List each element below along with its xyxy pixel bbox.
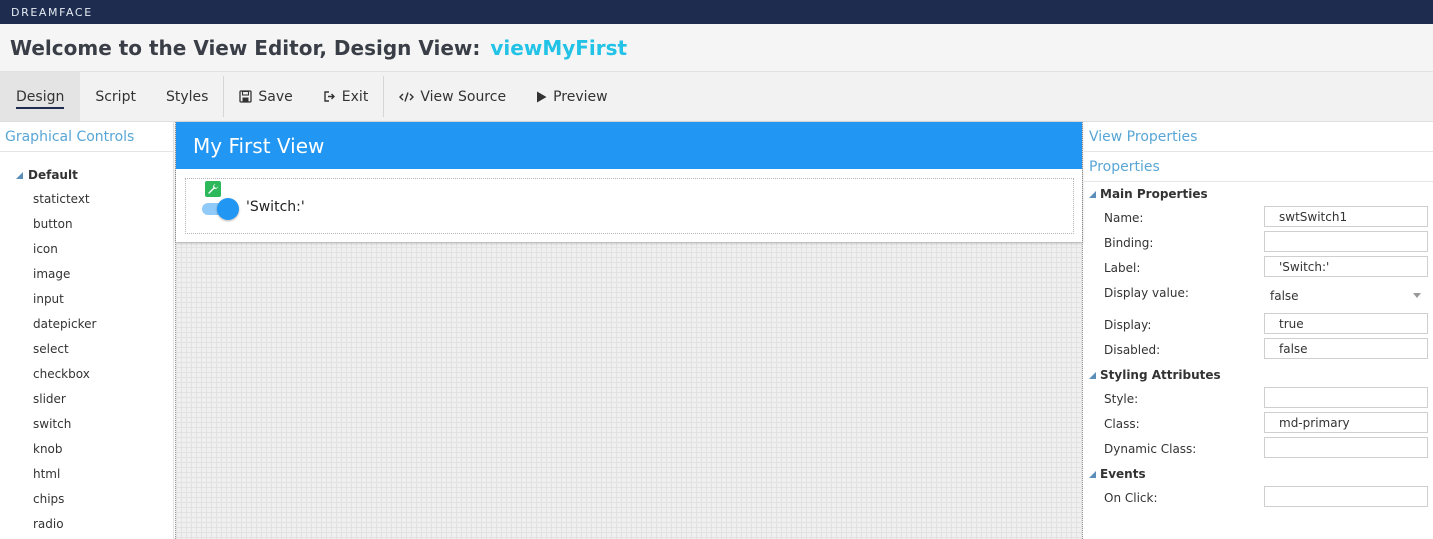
expand-triangle-icon [1089, 470, 1096, 478]
class-label: Class: [1104, 417, 1140, 431]
style-label: Style: [1104, 392, 1139, 406]
brand-bar: DREAMFACE [0, 0, 1433, 24]
on-click-field[interactable] [1264, 486, 1428, 507]
view-header: My First View [176, 122, 1082, 169]
control-list: statictext button icon image input datepicker… [0, 186, 173, 536]
control-item-chips[interactable]: chips [0, 486, 173, 511]
display-value-selected: false [1270, 288, 1299, 303]
tab-script[interactable]: Script [80, 72, 151, 121]
control-item-datepicker[interactable]: datepicker [0, 311, 173, 336]
properties-header: Properties [1084, 152, 1433, 182]
tab-script-label: Script [95, 88, 136, 105]
view-name: viewMyFirst [490, 35, 628, 60]
prop-row-disabled: Disabled: false [1084, 338, 1433, 363]
label-label: Label: [1104, 261, 1141, 275]
page-title: Welcome to the View Editor, Design View: [10, 35, 481, 60]
switch-thumb [217, 198, 239, 220]
preview-label: Preview [553, 88, 608, 105]
binding-label: Binding: [1104, 236, 1154, 250]
view-card: My First View 'Switch:' [176, 122, 1082, 242]
prop-row-class: Class: md-primary [1084, 412, 1433, 437]
tab-styles-label: Styles [165, 88, 209, 105]
name-label: Name: [1104, 211, 1144, 225]
disabled-field[interactable]: false [1264, 338, 1428, 359]
prop-row-display-value: Display value: false [1084, 281, 1433, 313]
label-field[interactable]: 'Switch:' [1264, 256, 1428, 277]
section-label: Styling Attributes [1100, 368, 1221, 382]
editor-main: Graphical Controls Default statictext but… [0, 122, 1433, 539]
play-icon [536, 91, 547, 103]
prop-row-binding: Binding: [1084, 231, 1433, 256]
control-item-switch[interactable]: switch [0, 411, 173, 436]
exit-button[interactable]: Exit [308, 72, 384, 121]
exit-label: Exit [341, 88, 369, 105]
dynamic-class-label: Dynamic Class: [1104, 442, 1197, 456]
view-source-label: View Source [420, 88, 507, 105]
control-item-input[interactable]: input [0, 286, 173, 311]
prop-row-dynamic-class: Dynamic Class: [1084, 437, 1433, 462]
switch-label: 'Switch:' [246, 199, 305, 215]
graphical-controls-panel: Graphical Controls Default statictext but… [0, 122, 174, 539]
class-field[interactable]: md-primary [1264, 412, 1428, 433]
title-bar: Welcome to the View Editor, Design View:… [0, 24, 1433, 71]
display-value-select[interactable]: false [1264, 285, 1428, 306]
control-item-radio[interactable]: radio [0, 511, 173, 536]
section-styling-attributes[interactable]: Styling Attributes [1084, 363, 1433, 387]
switch-component[interactable]: 'Switch:' [185, 178, 1074, 234]
view-properties-header: View Properties [1084, 122, 1433, 152]
toggle-switch[interactable] [202, 198, 239, 220]
tab-design-label: Design [16, 85, 65, 109]
graphical-controls-header: Graphical Controls [0, 122, 173, 152]
dynamic-class-field[interactable] [1264, 437, 1428, 458]
display-field[interactable]: true [1264, 313, 1428, 334]
control-item-checkbox[interactable]: checkbox [0, 361, 173, 386]
brand-logo: DREAMFACE [11, 5, 93, 19]
save-label: Save [258, 88, 293, 105]
prop-row-style: Style: [1084, 387, 1433, 412]
control-item-slider[interactable]: slider [0, 386, 173, 411]
view-source-button[interactable]: View Source [384, 72, 521, 121]
control-item-button[interactable]: button [0, 211, 173, 236]
wrench-icon[interactable] [205, 181, 221, 197]
display-label: Display: [1104, 318, 1152, 332]
tree-group-default[interactable]: Default [0, 164, 173, 186]
control-item-knob[interactable]: knob [0, 436, 173, 461]
control-item-html[interactable]: html [0, 461, 173, 486]
control-item-select[interactable]: select [0, 336, 173, 361]
view-properties-panel: View Properties Properties Main Properti… [1084, 122, 1433, 539]
chevron-down-icon [1413, 293, 1421, 298]
expand-triangle-icon [1089, 190, 1096, 198]
save-button[interactable]: Save [224, 72, 307, 121]
expand-triangle-icon [1089, 371, 1096, 379]
section-label: Events [1100, 467, 1146, 481]
tab-design[interactable]: Design [0, 72, 81, 121]
expand-triangle-icon [16, 171, 23, 179]
prop-row-name: Name: swtSwitch1 [1084, 206, 1433, 231]
code-icon [399, 91, 415, 103]
section-events[interactable]: Events [1084, 462, 1433, 486]
on-click-label: On Click: [1104, 491, 1158, 505]
prop-row-label: Label: 'Switch:' [1084, 256, 1433, 281]
section-label: Main Properties [1100, 187, 1208, 201]
save-icon [239, 90, 253, 103]
prop-row-display: Display: true [1084, 313, 1433, 338]
section-main-properties[interactable]: Main Properties [1084, 182, 1433, 206]
display-value-label: Display value: [1104, 286, 1189, 300]
toolbar: Design Script Styles Save Exit View Sour… [0, 71, 1433, 122]
control-item-statictext[interactable]: statictext [0, 186, 173, 211]
style-field[interactable] [1264, 387, 1428, 408]
preview-button[interactable]: Preview [521, 72, 623, 121]
prop-row-on-click: On Click: [1084, 486, 1433, 511]
tree-group-label: Default [28, 168, 78, 182]
binding-field[interactable] [1264, 231, 1428, 252]
tab-styles[interactable]: Styles [151, 72, 223, 121]
control-item-image[interactable]: image [0, 261, 173, 286]
disabled-label: Disabled: [1104, 343, 1161, 357]
name-field[interactable]: swtSwitch1 [1264, 206, 1428, 227]
exit-icon [323, 90, 336, 103]
control-item-icon[interactable]: icon [0, 236, 173, 261]
design-canvas[interactable]: My First View 'Switch:' [175, 122, 1083, 539]
